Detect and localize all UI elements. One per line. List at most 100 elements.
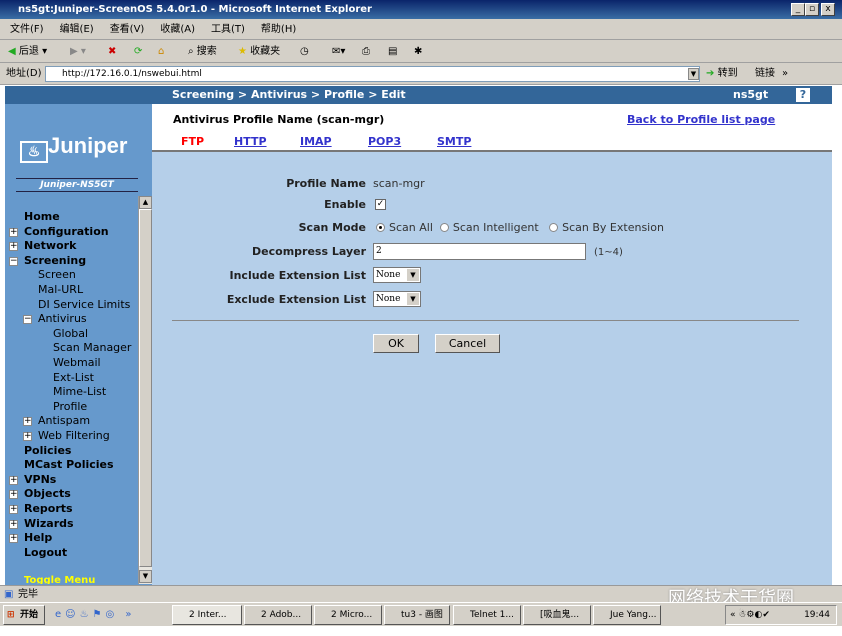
expand-icon[interactable]: + <box>9 227 18 237</box>
go-icon: ➔ <box>706 68 715 79</box>
sidebar-item-mime-list[interactable]: Mime-List <box>53 385 106 398</box>
scroll-down-button[interactable]: ▼ <box>139 570 152 583</box>
sidebar-item-network[interactable]: Network <box>24 239 76 252</box>
taskbar-item[interactable]: 2 Adob... <box>244 605 312 625</box>
menu-edit[interactable]: 编辑(E) <box>60 24 94 35</box>
include-extension-list-select[interactable]: None ▼ <box>373 267 421 283</box>
taskbar-item[interactable]: [吸血鬼... <box>523 605 591 625</box>
cancel-button[interactable]: Cancel <box>435 334 500 353</box>
tab-ftp[interactable]: FTP <box>181 135 204 148</box>
tab-smtp[interactable]: SMTP <box>437 135 471 148</box>
tab-imap[interactable]: IMAP <box>300 135 332 148</box>
sidebar-item-screen[interactable]: Screen <box>38 268 76 281</box>
scan-by-extension-radio[interactable]: Scan By Extension <box>549 221 664 234</box>
home-button[interactable]: ⌂ <box>158 43 164 60</box>
collapse-icon[interactable]: − <box>23 315 32 325</box>
mail-button[interactable]: ✉▾ <box>332 43 345 60</box>
go-button[interactable]: ➔ 转到 <box>706 63 738 85</box>
expand-icon[interactable]: + <box>9 534 18 544</box>
sidebar-item-configuration[interactable]: Configuration <box>24 225 109 238</box>
taskbar-item[interactable]: tu3 - 画图 <box>384 605 450 625</box>
expand-icon[interactable]: + <box>23 417 32 427</box>
menu-file[interactable]: 文件(F) <box>10 24 44 35</box>
clock: 19:44 <box>804 610 830 620</box>
refresh-button[interactable]: ⟳ <box>134 43 142 60</box>
expand-icon[interactable]: + <box>9 519 18 529</box>
sidebar-item-antivirus[interactable]: Antivirus <box>38 312 87 325</box>
menu-view[interactable]: 查看(V) <box>110 24 145 35</box>
stop-button[interactable]: ✖ <box>108 43 116 60</box>
back-to-profile-list-link[interactable]: Back to Profile list page <box>627 113 775 126</box>
sidebar-item-home[interactable]: Home <box>24 210 60 223</box>
close-button[interactable]: x <box>821 3 835 16</box>
expand-icon[interactable]: + <box>9 490 18 500</box>
forward-button[interactable]: ▶ ▾ <box>70 43 86 60</box>
edit-button[interactable]: ▤ <box>388 43 397 60</box>
sidebar-item-wizards[interactable]: Wizards <box>24 517 74 530</box>
toggle-menu-link[interactable]: Toggle Menu <box>24 575 95 584</box>
favorites-button[interactable]: ★ 收藏夹 <box>238 43 280 60</box>
exclude-extension-list-select[interactable]: None ▼ <box>373 291 421 307</box>
taskbar-item[interactable]: Telnet 1... <box>453 605 521 625</box>
menu-tools[interactable]: 工具(T) <box>211 24 245 35</box>
sidebar-item-mcast-policies[interactable]: MCast Policies <box>24 458 114 471</box>
sidebar-item-help[interactable]: Help <box>24 531 52 544</box>
sidebar-item-logout[interactable]: Logout <box>24 546 67 559</box>
search-button[interactable]: ⌕ 搜索 <box>188 43 217 60</box>
juniper-logo: ♨ Juniper <box>20 133 127 163</box>
sidebar-scrollbar[interactable]: ▲ ▼ <box>138 196 152 584</box>
scan-all-radio[interactable]: Scan All <box>376 221 433 234</box>
menu-favorites[interactable]: 收藏(A) <box>160 24 195 35</box>
minimize-button[interactable]: _ <box>791 3 805 16</box>
sidebar-item-objects[interactable]: Objects <box>24 487 71 500</box>
sidebar-item-screening[interactable]: Screening <box>24 254 86 267</box>
print-button[interactable]: ⎙ <box>362 43 370 60</box>
history-button[interactable]: ◷ <box>300 43 309 60</box>
expand-icon[interactable]: + <box>9 242 18 252</box>
collapse-icon[interactable]: − <box>9 256 18 266</box>
sidebar-item-antispam[interactable]: Antispam <box>38 414 90 427</box>
scan-intelligent-radio[interactable]: Scan Intelligent <box>439 221 539 234</box>
expand-icon[interactable]: + <box>9 475 18 485</box>
maximize-button[interactable]: ▫ <box>805 3 819 16</box>
taskbar-item[interactable]: 2 Inter... <box>172 605 242 625</box>
sidebar-item-ext-list[interactable]: Ext-List <box>53 371 94 384</box>
menu-help[interactable]: 帮助(H) <box>261 24 296 35</box>
start-button[interactable]: ⊞ 开始 <box>3 605 45 625</box>
quick-launch-icons[interactable]: e☺♨⚑◎ » <box>55 609 136 620</box>
sidebar-item-policies[interactable]: Policies <box>24 444 71 457</box>
expand-icon[interactable]: + <box>9 505 18 514</box>
scroll-thumb[interactable] <box>139 209 152 567</box>
taskbar-item[interactable]: Jue Yang... <box>593 605 661 625</box>
scroll-up-button[interactable]: ▲ <box>139 196 152 209</box>
sidebar-item-di-service-limits[interactable]: DI Service Limits <box>38 298 130 311</box>
taskbar: ⊞ 开始 e☺♨⚑◎ » 2 Inter... 2 Adob... 2 Micro… <box>0 602 842 626</box>
address-dropdown[interactable]: ▼ <box>688 68 699 80</box>
back-button[interactable]: ◀ 后退 ▾ <box>8 43 47 60</box>
decompress-layer-input[interactable]: 2 <box>373 243 586 260</box>
sidebar-item-web-filtering[interactable]: Web Filtering <box>38 429 110 442</box>
address-input[interactable]: http://172.16.0.1/nswebui.html <box>45 66 700 82</box>
messenger-button[interactable]: ✱ <box>414 43 422 60</box>
ok-button[interactable]: OK <box>373 334 419 353</box>
sidebar-item-vpns[interactable]: VPNs <box>24 473 56 486</box>
page-title: Antivirus Profile Name (scan-mgr) <box>173 113 385 126</box>
sidebar-item-global[interactable]: Global <box>53 327 88 340</box>
sidebar-item-mal-url[interactable]: Mal-URL <box>38 283 83 296</box>
enable-checkbox[interactable]: ✓ <box>375 199 386 210</box>
tab-pop3[interactable]: POP3 <box>368 135 401 148</box>
help-button[interactable]: ? <box>796 88 810 102</box>
taskbar-item[interactable]: 2 Micro... <box>314 605 382 625</box>
sidebar-item-webmail[interactable]: Webmail <box>53 356 101 369</box>
expand-icon[interactable]: + <box>23 432 32 441</box>
links-button[interactable]: 链接 <box>755 63 775 85</box>
sidebar-item-reports[interactable]: Reports <box>24 502 73 515</box>
sidebar-item-profile[interactable]: Profile <box>53 400 87 413</box>
scan-mode-group: Scan All Scan Intelligent Scan By Extens… <box>376 221 664 234</box>
sidebar-item-scan-manager[interactable]: Scan Manager <box>53 341 131 354</box>
tab-http[interactable]: HTTP <box>234 135 267 148</box>
chevron-icon[interactable]: » <box>782 63 788 85</box>
tray-icons[interactable]: « ☃⚙◐✔ <box>730 610 770 620</box>
exclude-extension-list-label: Exclude Extension List <box>226 293 366 306</box>
profile-name-value: scan-mgr <box>373 177 425 190</box>
